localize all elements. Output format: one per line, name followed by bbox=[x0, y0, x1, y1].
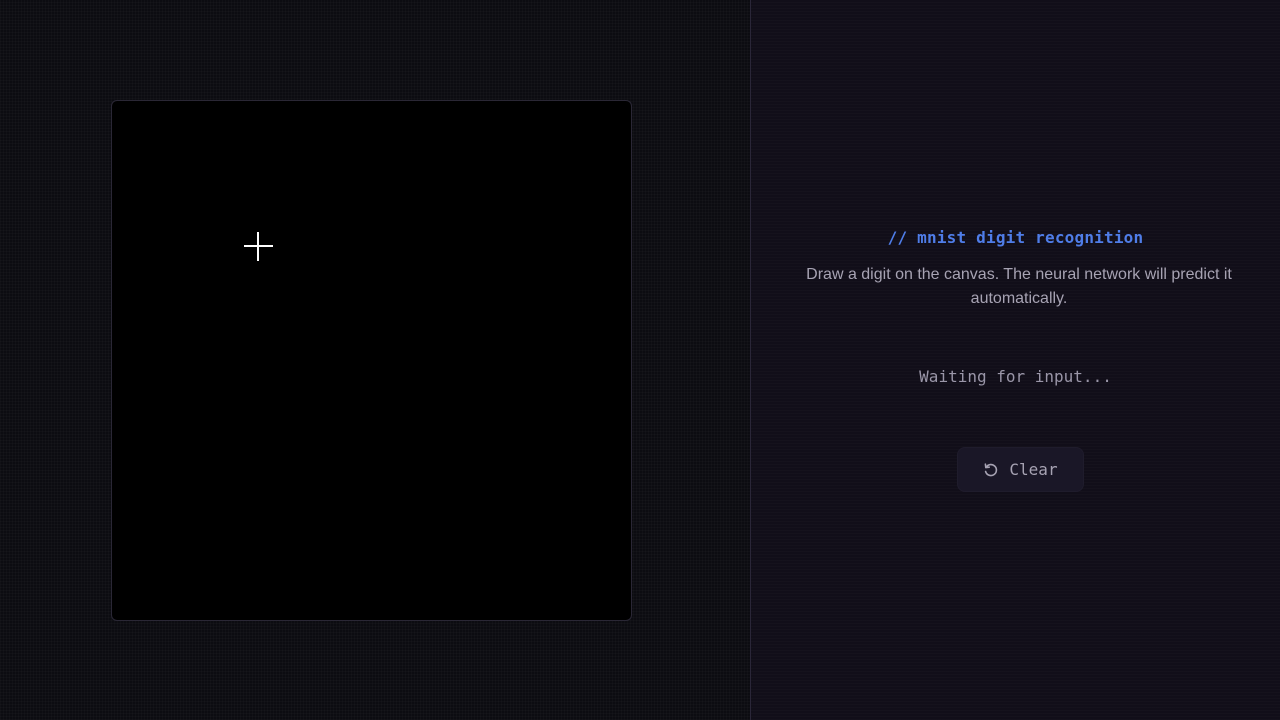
clear-button-label: Clear bbox=[1009, 460, 1058, 479]
crosshair-cursor-icon bbox=[244, 232, 273, 261]
app: // mnist digit recognition Draw a digit … bbox=[0, 0, 1280, 720]
reset-icon bbox=[983, 462, 999, 478]
info-pane: // mnist digit recognition Draw a digit … bbox=[751, 0, 1280, 720]
panel-heading: // mnist digit recognition bbox=[887, 228, 1144, 247]
drawing-canvas[interactable] bbox=[111, 100, 632, 621]
clear-button[interactable]: Clear bbox=[957, 447, 1084, 492]
info-panel: // mnist digit recognition Draw a digit … bbox=[751, 0, 1280, 720]
prediction-status: Waiting for input... bbox=[919, 367, 1112, 386]
drawing-pane bbox=[0, 0, 750, 720]
panel-description: Draw a digit on the canvas. The neural n… bbox=[806, 266, 1232, 307]
